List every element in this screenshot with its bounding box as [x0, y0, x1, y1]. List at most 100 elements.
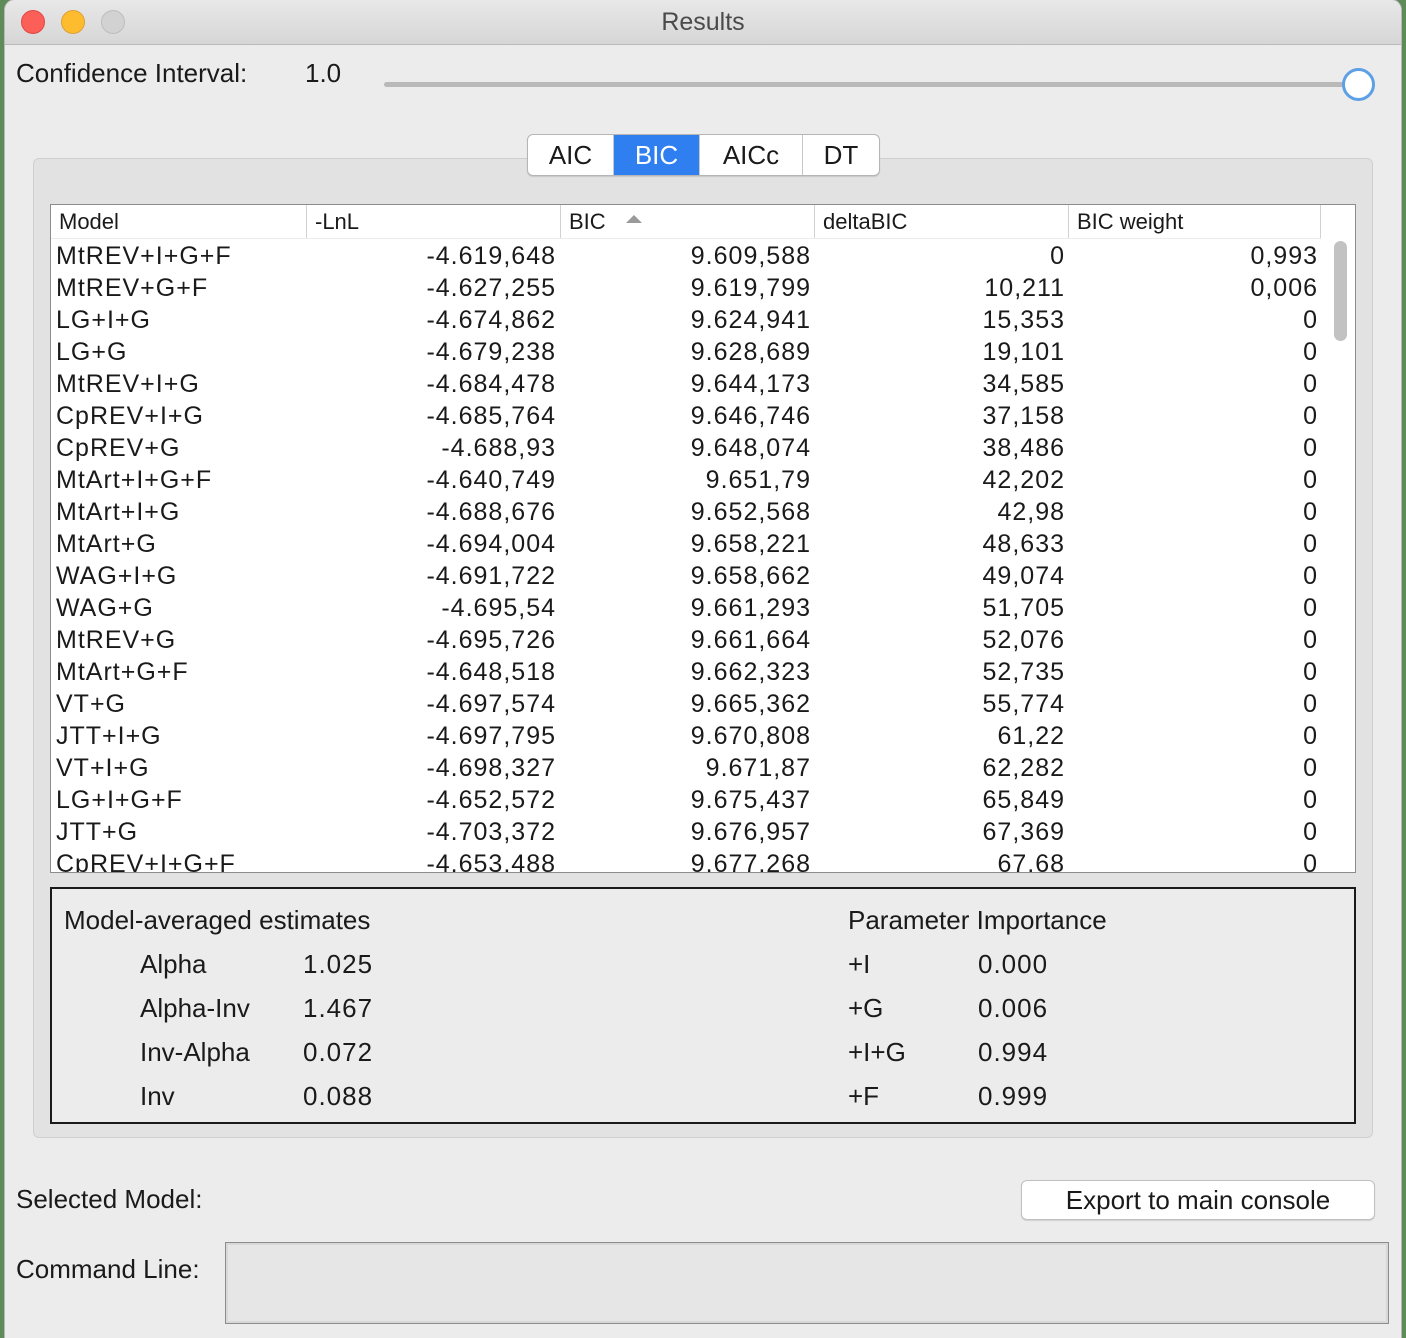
table-row[interactable]: WAG+I+G -4.691,722 9.658,662 49,074 0: [51, 560, 1321, 592]
cell-deltabic: 0: [1050, 242, 1065, 270]
column-header-deltabic[interactable]: deltaBIC: [815, 205, 1069, 238]
table-row[interactable]: JTT+G -4.703,372 9.676,957 67,369 0: [51, 816, 1321, 848]
estimate-value: 1.467: [303, 993, 374, 1023]
command-line-field[interactable]: [225, 1242, 1389, 1324]
column-header-label: deltaBIC: [823, 209, 908, 234]
cell-deltabic: 65,849: [982, 786, 1065, 814]
table-vertical-scrollbar[interactable]: [1333, 241, 1347, 861]
table-row[interactable]: MtArt+I+G+F -4.640,749 9.651,79 42,202 0: [51, 464, 1321, 496]
table-row[interactable]: VT+I+G -4.698,327 9.671,87 62,282 0: [51, 752, 1321, 784]
cell-deltabic: 15,353: [982, 306, 1065, 334]
cell-bic: 9.661,293: [690, 594, 811, 622]
cell-bic: 9.648,074: [690, 434, 811, 462]
table-row[interactable]: MtREV+G+F -4.627,255 9.619,799 10,211 0,006: [51, 272, 1321, 304]
cell-bic-weight: 0: [1303, 786, 1318, 814]
cell-bic: 9.644,173: [690, 370, 811, 398]
cell-bic-weight: 0,006: [1250, 274, 1318, 302]
sort-ascending-icon: [625, 215, 642, 224]
confidence-slider-track[interactable]: [384, 82, 1359, 87]
importance-value: 0.994: [978, 1037, 1049, 1067]
cell-bic-weight: 0: [1303, 370, 1318, 398]
importance-value: 0.006: [978, 993, 1049, 1023]
cell-model: MtREV+I+G+F: [56, 242, 232, 270]
table-row[interactable]: LG+I+G -4.674,862 9.624,941 15,353 0: [51, 304, 1321, 336]
table-row[interactable]: JTT+I+G -4.697,795 9.670,808 61,22 0: [51, 720, 1321, 752]
cell-bic-weight: 0: [1303, 818, 1318, 846]
selected-model-label: Selected Model:: [16, 1184, 203, 1214]
cell-bic: 9.661,664: [690, 626, 811, 654]
tab-bic[interactable]: BIC: [614, 135, 700, 175]
cell-model: MtArt+I+G+F: [56, 466, 213, 494]
table-row[interactable]: MtREV+I+G+F -4.619,648 9.609,588 0 0,993: [51, 240, 1321, 272]
cell-bic: 9.665,362: [690, 690, 811, 718]
tab-aicc[interactable]: AICc: [700, 135, 803, 175]
scrollbar-thumb[interactable]: [1334, 241, 1347, 341]
table-row[interactable]: VT+G -4.697,574 9.665,362 55,774 0: [51, 688, 1321, 720]
cell-model: JTT+G: [56, 818, 139, 846]
parameter-importance-title: Parameter Importance: [848, 905, 1107, 935]
cell-model: WAG+G: [56, 594, 154, 622]
column-header-bic[interactable]: BIC: [561, 205, 815, 238]
table-row[interactable]: LG+G -4.679,238 9.628,689 19,101 0: [51, 336, 1321, 368]
table-row[interactable]: MtREV+I+G -4.684,478 9.644,173 34,585 0: [51, 368, 1321, 400]
estimates-panel: Model-averaged estimates Parameter Impor…: [50, 887, 1356, 1124]
confidence-slider-thumb[interactable]: [1342, 68, 1375, 101]
cell-lnl: -4.694,004: [426, 530, 556, 558]
importance-label: +I: [848, 949, 871, 979]
table-row[interactable]: MtArt+G -4.694,004 9.658,221 48,633 0: [51, 528, 1321, 560]
cell-bic: 9.652,568: [690, 498, 811, 526]
cell-model: JTT+I+G: [56, 722, 162, 750]
title-bar: Results: [5, 0, 1401, 45]
column-header-label: -LnL: [315, 209, 360, 234]
cell-lnl: -4.695,726: [426, 626, 556, 654]
table-header: Model -LnL BIC deltaBIC BIC weight: [51, 205, 1321, 239]
confidence-interval-label: Confidence Interval:: [16, 58, 248, 88]
cell-bic-weight: 0: [1303, 338, 1318, 366]
table-row[interactable]: MtREV+G -4.695,726 9.661,664 52,076 0: [51, 624, 1321, 656]
cell-bic: 9.628,689: [690, 338, 811, 366]
cell-model: MtArt+G: [56, 530, 157, 558]
cell-model: LG+G: [56, 338, 128, 366]
cell-bic: 9.651,79: [705, 466, 811, 494]
export-to-console-button[interactable]: Export to main console: [1021, 1180, 1375, 1220]
table-row[interactable]: MtArt+I+G -4.688,676 9.652,568 42,98 0: [51, 496, 1321, 528]
importance-label: +I+G: [848, 1037, 906, 1067]
cell-model: MtREV+I+G: [56, 370, 200, 398]
column-header-bic-weight[interactable]: BIC weight: [1069, 205, 1321, 238]
cell-model: CpREV+I+G+F: [56, 850, 236, 873]
column-header-model[interactable]: Model: [51, 205, 307, 238]
cell-model: CpREV+G: [56, 434, 181, 462]
table-row[interactable]: CpREV+I+G+F -4.653,488 9.677,268 67,68 0: [51, 848, 1321, 873]
importance-value: 0.000: [978, 949, 1049, 979]
table-row[interactable]: WAG+G -4.695,54 9.661,293 51,705 0: [51, 592, 1321, 624]
criteria-tabs: AIC BIC AICc DT: [527, 134, 880, 176]
importance-value: 0.999: [978, 1081, 1049, 1111]
cell-lnl: -4.619,648: [426, 242, 556, 270]
estimate-label: Alpha-Inv: [140, 993, 250, 1023]
cell-lnl: -4.691,722: [426, 562, 556, 590]
model-averaged-title: Model-averaged estimates: [64, 905, 371, 935]
cell-lnl: -4.688,93: [441, 434, 556, 462]
tab-dt[interactable]: DT: [803, 135, 879, 175]
cell-bic-weight: 0: [1303, 402, 1318, 430]
cell-deltabic: 42,202: [982, 466, 1065, 494]
cell-lnl: -4.648,518: [426, 658, 556, 686]
table-row[interactable]: CpREV+G -4.688,93 9.648,074 38,486 0: [51, 432, 1321, 464]
results-window: Results Confidence Interval: 1.0 AIC BIC…: [5, 0, 1401, 1338]
cell-deltabic: 55,774: [982, 690, 1065, 718]
cell-deltabic: 42,98: [997, 498, 1065, 526]
cell-bic: 9.624,941: [690, 306, 811, 334]
cell-bic-weight: 0: [1303, 850, 1318, 873]
cell-deltabic: 67,369: [982, 818, 1065, 846]
estimate-value: 0.088: [303, 1081, 374, 1111]
table-row[interactable]: LG+I+G+F -4.652,572 9.675,437 65,849 0: [51, 784, 1321, 816]
cell-deltabic: 49,074: [982, 562, 1065, 590]
table-row[interactable]: CpREV+I+G -4.685,764 9.646,746 37,158 0: [51, 400, 1321, 432]
table-row[interactable]: MtArt+G+F -4.648,518 9.662,323 52,735 0: [51, 656, 1321, 688]
cell-deltabic: 62,282: [982, 754, 1065, 782]
cell-deltabic: 67,68: [997, 850, 1065, 873]
cell-deltabic: 38,486: [982, 434, 1065, 462]
tab-aic[interactable]: AIC: [528, 135, 614, 175]
column-header-lnl[interactable]: -LnL: [307, 205, 561, 238]
results-table[interactable]: Model -LnL BIC deltaBIC BIC weight MtREV…: [50, 204, 1356, 873]
